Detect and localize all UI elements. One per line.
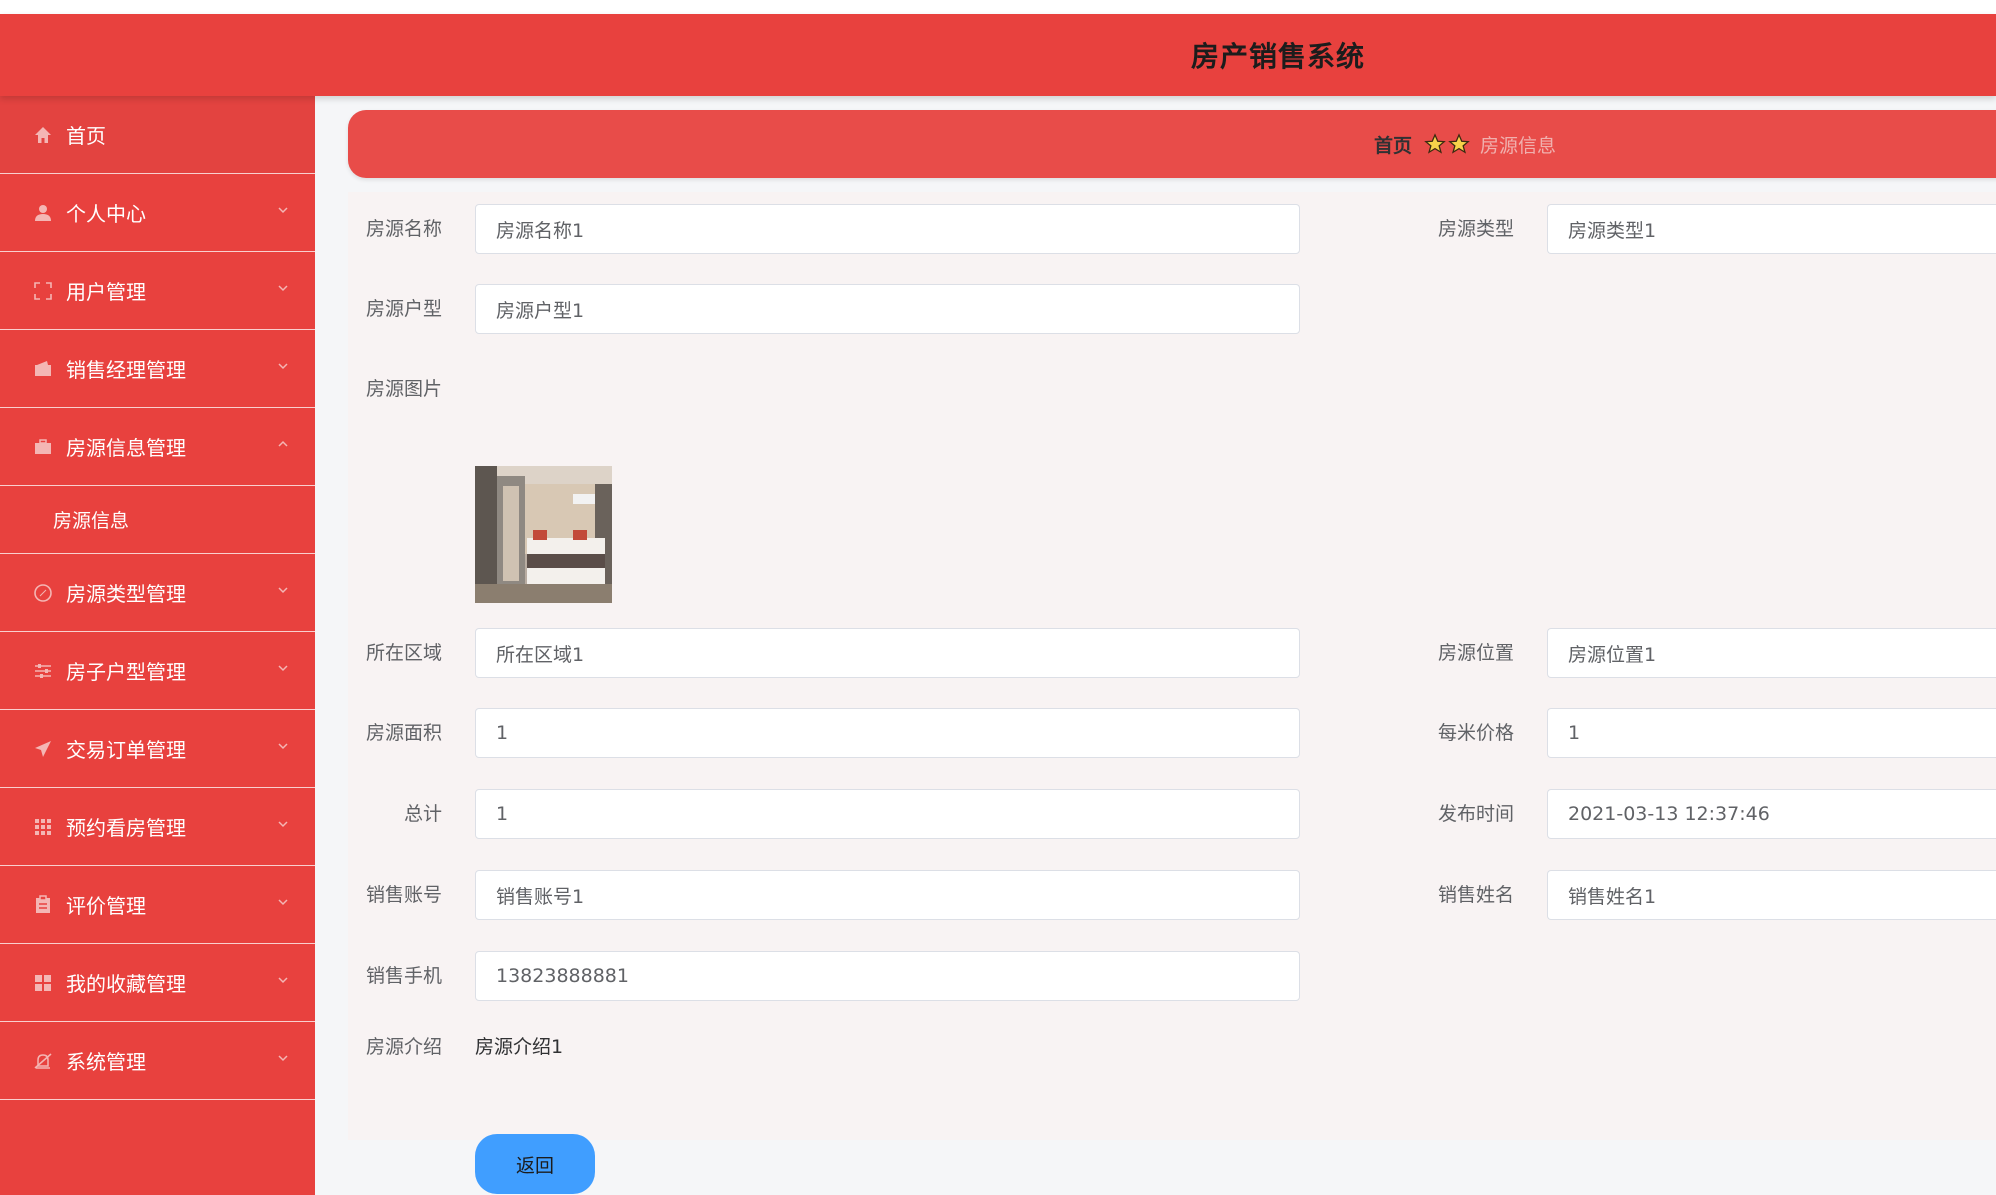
main-content: 首页 房源信息 房源名称 房源类型 房源户型 房源图片 xyxy=(315,96,1996,1195)
send-icon xyxy=(32,738,54,760)
property-type-input[interactable] xyxy=(1547,204,1996,254)
sales-account-label: 销售账号 xyxy=(365,884,442,906)
star-icon xyxy=(1424,133,1446,154)
sales-name-label: 销售姓名 xyxy=(1437,884,1514,906)
sidebar-item-label: 个人中心 xyxy=(66,202,146,226)
sidebar-item-sales-manager[interactable]: 销售经理管理 xyxy=(0,330,315,408)
star-icon xyxy=(1448,133,1470,154)
sales-phone-label: 销售手机 xyxy=(365,965,442,987)
sidebar-item-label: 销售经理管理 xyxy=(66,358,186,382)
chevron-down-icon xyxy=(278,1055,288,1062)
sidebar-item-label: 用户管理 xyxy=(66,280,146,304)
briefcase-icon xyxy=(32,436,54,458)
chevron-down-icon xyxy=(278,587,288,594)
chevron-down-icon xyxy=(278,899,288,906)
sidebar-item-system-management[interactable]: 系统管理 xyxy=(0,1022,315,1100)
intro-label: 房源介绍 xyxy=(365,1036,442,1058)
chevron-down-icon xyxy=(278,363,288,370)
region-input[interactable] xyxy=(475,628,1300,678)
property-image-label: 房源图片 xyxy=(365,378,442,400)
publish-time-label: 发布时间 xyxy=(1437,803,1514,825)
sidebar-item-label: 交易订单管理 xyxy=(66,738,186,762)
region-label: 所在区域 xyxy=(365,642,442,664)
location-input[interactable] xyxy=(1547,628,1996,678)
sidebar-item-label: 预约看房管理 xyxy=(66,816,186,840)
sidebar-item-label: 系统管理 xyxy=(66,1050,146,1074)
floor-area-label: 房源面积 xyxy=(365,722,442,744)
back-button[interactable]: 返回 xyxy=(475,1134,595,1194)
grid-icon xyxy=(32,816,54,838)
sales-phone-input[interactable] xyxy=(475,951,1300,1001)
chevron-down-icon xyxy=(278,821,288,828)
apps-icon xyxy=(32,972,54,994)
sidebar-item-reviews[interactable]: 评价管理 xyxy=(0,866,315,944)
chevron-down-icon xyxy=(278,977,288,984)
publish-time-input[interactable] xyxy=(1547,789,1996,839)
sidebar-subitem-property-info[interactable]: 房源信息 xyxy=(0,486,315,554)
location-label: 房源位置 xyxy=(1437,642,1514,664)
property-name-label: 房源名称 xyxy=(365,218,442,240)
floor-area-input[interactable] xyxy=(475,708,1300,758)
property-name-input[interactable] xyxy=(475,204,1300,254)
property-type-label: 房源类型 xyxy=(1437,218,1514,240)
chevron-down-icon xyxy=(278,665,288,672)
sidebar-item-user-management[interactable]: 用户管理 xyxy=(0,252,315,330)
bedroom-photo-image xyxy=(475,466,612,603)
bell-off-icon xyxy=(32,1050,54,1072)
fullscreen-icon xyxy=(32,280,54,302)
chevron-down-icon xyxy=(278,207,288,214)
sidebar-item-property-type[interactable]: 房源类型管理 xyxy=(0,554,315,632)
sidebar-item-label: 首页 xyxy=(66,124,106,148)
top-header: 房产销售系统 xyxy=(0,14,1996,96)
sales-account-input[interactable] xyxy=(475,870,1300,920)
breadcrumb-separator xyxy=(1424,133,1470,155)
home-icon xyxy=(32,124,54,146)
property-photo[interactable] xyxy=(475,466,612,603)
wallet-icon xyxy=(32,358,54,380)
sidebar-item-transaction-orders[interactable]: 交易订单管理 xyxy=(0,710,315,788)
sidebar-item-label: 房源类型管理 xyxy=(66,582,186,606)
user-icon xyxy=(32,202,54,224)
app-title: 房产销售系统 xyxy=(1190,40,1365,73)
sidebar-item-label: 我的收藏管理 xyxy=(66,972,186,996)
total-input[interactable] xyxy=(475,789,1300,839)
sidebar-item-house-layout[interactable]: 房子户型管理 xyxy=(0,632,315,710)
sales-name-input[interactable] xyxy=(1547,870,1996,920)
sidebar-item-label: 房子户型管理 xyxy=(66,660,186,684)
unit-price-input[interactable] xyxy=(1547,708,1996,758)
chevron-up-icon xyxy=(278,440,288,447)
chevron-down-icon xyxy=(278,285,288,292)
chevron-down-icon xyxy=(278,743,288,750)
compass-icon xyxy=(32,582,54,604)
property-layout-input[interactable] xyxy=(475,284,1300,334)
sidebar-subitem-label: 房源信息 xyxy=(53,510,130,532)
breadcrumb-home-link[interactable]: 首页 xyxy=(1374,131,1412,158)
sidebar-menu: 首页 个人中心 用户管理 销售经理管理 房源信息管理 房源信息 房源类型管理 房… xyxy=(0,96,315,1195)
sidebar-item-label: 评价管理 xyxy=(66,894,146,918)
clipboard-icon xyxy=(32,894,54,916)
unit-price-label: 每米价格 xyxy=(1437,722,1514,744)
breadcrumb-current: 房源信息 xyxy=(1480,134,1557,157)
total-label: 总计 xyxy=(403,803,442,825)
sidebar-item-personal-center[interactable]: 个人中心 xyxy=(0,174,315,252)
sidebar-item-home[interactable]: 首页 xyxy=(0,96,315,174)
sidebar-item-viewing-appointments[interactable]: 预约看房管理 xyxy=(0,788,315,866)
property-layout-label: 房源户型 xyxy=(365,298,442,320)
sidebar-item-label: 房源信息管理 xyxy=(66,436,186,460)
sliders-icon xyxy=(32,660,54,682)
breadcrumb: 首页 房源信息 xyxy=(348,110,1996,178)
property-detail-form: 房源名称 房源类型 房源户型 房源图片 xyxy=(348,192,1996,1194)
intro-text: 房源介绍1 xyxy=(475,1036,564,1058)
sidebar-item-property-info-management[interactable]: 房源信息管理 xyxy=(0,408,315,486)
sidebar-item-favorites[interactable]: 我的收藏管理 xyxy=(0,944,315,1022)
